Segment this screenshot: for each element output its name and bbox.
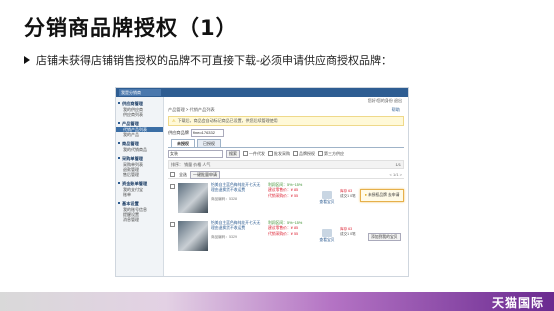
- filter-option[interactable]: 一件代发: [243, 151, 265, 157]
- sidebar-section: 产品管理 代销产品列表 我的产品: [116, 120, 163, 137]
- sidebar-section: 基本设置 我的账号信息 提醒设置 消息管理: [116, 200, 163, 222]
- list-header: 全选 一键批量申请 < 1/1 >: [168, 170, 404, 179]
- search-input[interactable]: 女装: [168, 150, 223, 158]
- filter-row: 女装 搜索 一件代发 批发采购 品牌授权 第三方供应: [168, 150, 404, 158]
- product-status: 库存 63 成交1 0笔: [340, 189, 356, 199]
- select-all-checkbox[interactable]: [170, 172, 175, 177]
- product-row: 怡美自主蓝色梅纯花开七天无理由退换货不收运费 商品编码：5329 利润区间：5%…: [168, 219, 404, 255]
- sidebar-heading[interactable]: 采购单管理: [116, 155, 163, 162]
- product-pricing: 利润区间：5%~15% 建议零售价：¥ 85 代销采购价：¥ 55: [268, 183, 314, 199]
- filter-option[interactable]: 第三方供应: [318, 151, 344, 157]
- screenshot-panel: 我是分销商 供应商管理 我的供应商 供应商列表 产品管理 代销产品列表 我的产品…: [115, 87, 409, 277]
- slide-title: 分销商品牌授权（1）: [24, 16, 238, 40]
- select-all-label: 全选: [179, 172, 187, 177]
- sidebar-heading[interactable]: 供应商管理: [116, 100, 163, 107]
- sidebar-heading[interactable]: 产品管理: [116, 120, 163, 127]
- sort-bar: 排序： 销量 价格 人气 1/1: [168, 160, 404, 169]
- lightbulb-icon: ●: [364, 193, 367, 197]
- notice-text: 下载后，商品会自动标记商品已设置，供您后续管理使用: [177, 118, 278, 123]
- sidebar-heading[interactable]: 基本设置: [116, 200, 163, 207]
- product-code: 商品编码：5329: [211, 235, 237, 239]
- product-pricing: 利润区间：5%~15% 建议零售价：¥ 85 代销采购价：¥ 55: [268, 221, 314, 237]
- app-brand[interactable]: 我是分销商: [119, 89, 161, 96]
- sort-options[interactable]: 排序： 销量 价格 人气: [171, 162, 210, 167]
- row-checkbox[interactable]: [170, 222, 175, 227]
- slide-footer: 天猫国际: [0, 292, 554, 311]
- deals: 成交1 0笔: [340, 232, 356, 236]
- product-code: 商品编码：5328: [211, 197, 237, 201]
- notice-bar: ⚠ 下载后，商品会自动标记商品已设置，供您后续管理使用: [168, 116, 404, 126]
- checkbox[interactable]: [243, 151, 248, 157]
- apply-authorization-box[interactable]: ● 未授权品牌 去申请: [360, 189, 404, 202]
- bullet-arrow-icon: [24, 56, 30, 64]
- checkbox[interactable]: [293, 151, 298, 157]
- view-product-label: 查看宝贝: [319, 238, 335, 242]
- footer-brand: 天猫国际: [491, 296, 544, 310]
- agent-price: 代销采购价：¥ 55: [268, 231, 299, 236]
- search-button[interactable]: 搜索: [226, 150, 240, 158]
- help-link[interactable]: 帮助: [392, 107, 400, 113]
- view-product[interactable]: 查看宝贝: [316, 229, 338, 243]
- breadcrumb: 产品管理 > 代销产品列表: [168, 107, 215, 112]
- supplier-label: 供应商品牌: [168, 130, 189, 135]
- filter-option[interactable]: 品牌授权: [293, 151, 315, 157]
- top-right-links[interactable]: 您好!您的身份 退出: [368, 98, 402, 104]
- sidebar-section: 资金账单管理 我的支付宝 账单: [116, 180, 163, 197]
- tab-authorized[interactable]: 已授权: [197, 139, 221, 147]
- sidebar-item[interactable]: 账单: [116, 192, 163, 197]
- tab-unauthorized[interactable]: 未授权: [171, 139, 195, 147]
- warning-icon: ⚠: [172, 118, 176, 123]
- product-title[interactable]: 怡美自主蓝色梅纯花开七天无理由退换货不收运费: [211, 221, 263, 230]
- list-pager[interactable]: < 1/1 >: [390, 171, 402, 178]
- sidebar-heading[interactable]: 资金账单管理: [116, 180, 163, 187]
- sidebar-item[interactable]: 我的产品: [116, 132, 163, 137]
- filter-option[interactable]: 批发采购: [268, 151, 290, 157]
- agent-price: 代销采购价：¥ 55: [268, 193, 299, 198]
- app-topbar: 我是分销商: [116, 88, 408, 97]
- main-content: 您好!您的身份 退出 产品管理 > 代销产品列表 帮助 ⚠ 下载后，商品会自动标记…: [166, 97, 408, 276]
- product-row: 怡美自主蓝色梅纯花开七天无理由退换货不收运费 商品编码：5328 利润区间：5%…: [168, 181, 404, 217]
- view-product-label: 查看宝贝: [319, 200, 335, 204]
- add-to-my-items-button[interactable]: 添加到我的宝贝: [368, 233, 401, 241]
- tab-bar: 未授权 已授权: [168, 139, 404, 148]
- filter-option-label: 批发采购: [274, 151, 290, 156]
- sidebar-section: 商品管理 我的代销商品: [116, 140, 163, 152]
- row-checkbox[interactable]: [170, 184, 175, 189]
- sidebar-item[interactable]: 供应商列表: [116, 112, 163, 117]
- product-status: 库存 63 成交1 0笔: [340, 227, 356, 237]
- product-view-icon: [322, 191, 332, 199]
- product-thumbnail[interactable]: [178, 221, 208, 251]
- sidebar: 供应商管理 我的供应商 供应商列表 产品管理 代销产品列表 我的产品 商品管理 …: [116, 97, 164, 276]
- filter-option-label: 品牌授权: [299, 151, 315, 156]
- bullet-line: 店铺未获得店铺销售授权的品牌不可直接下载-必须申请供应商授权品牌：: [24, 52, 392, 68]
- filter-option-label: 一件代发: [249, 151, 265, 156]
- supplier-filter: 供应商品牌 fineo176332: [168, 129, 224, 137]
- sidebar-item[interactable]: 售后管理: [116, 172, 163, 177]
- sidebar-section: 采购单管理 采购单列表 退款管理 售后管理: [116, 155, 163, 177]
- filter-option-label: 第三方供应: [324, 151, 344, 156]
- product-view-icon: [322, 229, 332, 237]
- bullet-text: 店铺未获得店铺销售授权的品牌不可直接下载-必须申请供应商授权品牌：: [36, 54, 392, 67]
- sidebar-item[interactable]: 我的代销商品: [116, 147, 163, 152]
- sort-pager[interactable]: 1/1: [395, 161, 401, 168]
- product-title[interactable]: 怡美自主蓝色梅纯花开七天无理由退换货不收运费: [211, 183, 263, 192]
- checkbox[interactable]: [268, 151, 273, 157]
- deals: 成交1 0笔: [340, 194, 356, 198]
- sidebar-section: 供应商管理 我的供应商 供应商列表: [116, 100, 163, 117]
- sidebar-heading[interactable]: 商品管理: [116, 140, 163, 147]
- batch-apply-button[interactable]: 一键批量申请: [190, 170, 220, 179]
- sidebar-item[interactable]: 消息管理: [116, 217, 163, 222]
- apply-authorization-text[interactable]: 未授权品牌 去申请: [368, 193, 399, 197]
- view-product[interactable]: 查看宝贝: [316, 191, 338, 205]
- checkbox[interactable]: [318, 151, 323, 157]
- product-thumbnail[interactable]: [178, 183, 208, 213]
- supplier-select[interactable]: fineo176332: [190, 129, 224, 137]
